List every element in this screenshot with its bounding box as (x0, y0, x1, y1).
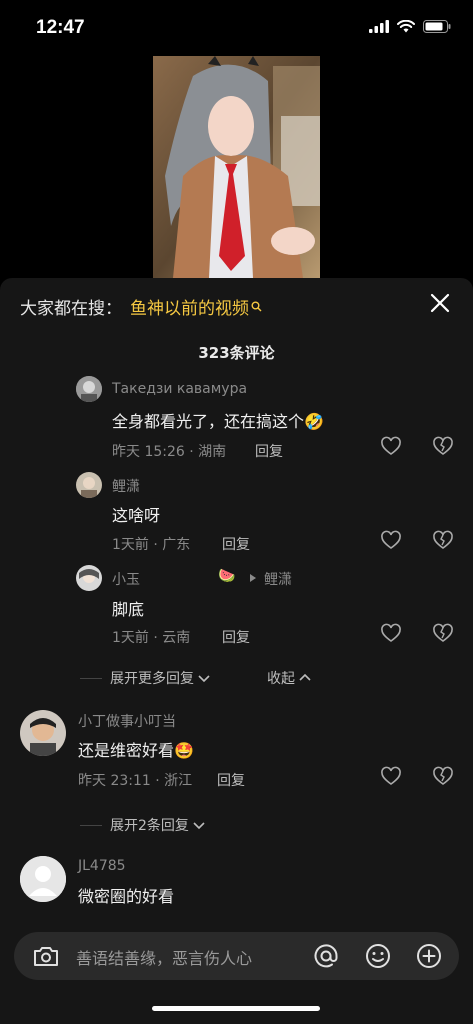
like-icon[interactable] (380, 436, 402, 458)
comment-input-bar[interactable]: 善语结善缘，恶言伤人心 (14, 932, 459, 980)
reply-text-content: 全身都看光了，还在搞这个 (112, 412, 305, 431)
reply-arrow-icon (250, 574, 256, 582)
wifi-icon (397, 20, 415, 33)
search-term[interactable]: 鱼神以前的视频 (130, 294, 249, 319)
search-prefix: 大家都在搜： (20, 299, 122, 319)
reply-text: 全身都看光了，还在搞这个🤣 (112, 408, 324, 432)
watermelon-emoji: 🍉 (218, 568, 236, 584)
signal-icon (369, 20, 389, 33)
chevron-down-icon (193, 822, 205, 830)
trending-search[interactable]: 大家都在搜： 鱼神以前的视频 (20, 294, 262, 319)
dislike-icon[interactable] (432, 623, 454, 645)
battery-icon (423, 20, 451, 33)
reply-time-location: 1天前 · 云南 (112, 630, 191, 646)
comments-count: 323条评论 (198, 344, 275, 362)
expand-two-replies[interactable]: 展开2条回复 (80, 815, 206, 835)
collapse-label: 收起 (267, 671, 295, 687)
expand-more-replies[interactable]: 展开更多回复 (80, 668, 211, 688)
reply-button[interactable]: 回复 (222, 534, 250, 554)
reply-text: 这啥呀 (112, 506, 161, 525)
camera-icon[interactable] (32, 944, 60, 968)
comment-username[interactable]: 小丁做事小叮当 (78, 711, 176, 731)
video-preview[interactable] (0, 56, 473, 278)
avatar[interactable] (20, 710, 66, 756)
expand-more-label: 展开更多回复 (110, 671, 194, 687)
reply-username[interactable]: Такедзи кавамура (112, 381, 247, 397)
comment-text-content: 还是维密好看 (78, 741, 175, 760)
comment-text: 还是维密好看🤩 (78, 737, 194, 761)
collapse-replies[interactable]: 收起 (267, 668, 312, 688)
reply-button[interactable]: 回复 (217, 770, 245, 790)
comment-time-location: 昨天 23:11 · 浙江 (78, 773, 193, 789)
avatar[interactable] (76, 565, 102, 591)
like-icon[interactable] (380, 623, 402, 645)
chevron-down-icon (198, 675, 210, 683)
divider (80, 677, 102, 679)
comment-text: 微密圈的好看 (78, 887, 175, 906)
reply-button[interactable]: 回复 (222, 627, 250, 647)
dislike-icon[interactable] (432, 436, 454, 458)
status-bar: 12:47 (0, 0, 473, 56)
dislike-icon[interactable] (432, 530, 454, 552)
comment-sheet: 大家都在搜： 鱼神以前的视频 323条评论 Такедзи кавамура 全… (0, 278, 473, 1024)
home-indicator[interactable] (152, 1006, 320, 1011)
avatar[interactable] (76, 376, 102, 402)
reply-time-location: 1天前 · 广东 (112, 537, 191, 553)
add-icon[interactable] (415, 942, 443, 970)
like-icon[interactable] (380, 766, 402, 788)
reply-username[interactable]: 小玉 (112, 569, 140, 589)
emoji-icon[interactable] (364, 942, 392, 970)
search-icon (251, 301, 262, 312)
rofl-emoji: 🤣 (304, 412, 324, 431)
comment-username[interactable]: JL4785 (78, 858, 126, 874)
reply-to-username[interactable]: 鲤潇 (264, 569, 292, 589)
avatar[interactable] (76, 472, 102, 498)
like-icon[interactable] (380, 530, 402, 552)
expand-two-label: 展开2条回复 (110, 818, 189, 834)
divider (80, 824, 102, 826)
star-struck-emoji: 🤩 (174, 741, 194, 760)
close-icon[interactable] (427, 290, 453, 316)
dislike-icon[interactable] (432, 766, 454, 788)
mention-icon[interactable] (312, 942, 340, 970)
status-icons (369, 20, 451, 33)
status-time: 12:47 (36, 17, 85, 38)
chevron-up-icon (299, 673, 311, 681)
reply-time-location: 昨天 15:26 · 湖南 (112, 444, 227, 460)
comment-input[interactable]: 善语结善缘，恶言伤人心 (76, 945, 252, 969)
reply-username[interactable]: 鲤潇 (112, 476, 140, 496)
avatar[interactable] (20, 856, 66, 902)
reply-text: 脚底 (112, 600, 145, 619)
reply-button[interactable]: 回复 (255, 441, 283, 461)
video-thumbnail[interactable] (153, 56, 320, 278)
